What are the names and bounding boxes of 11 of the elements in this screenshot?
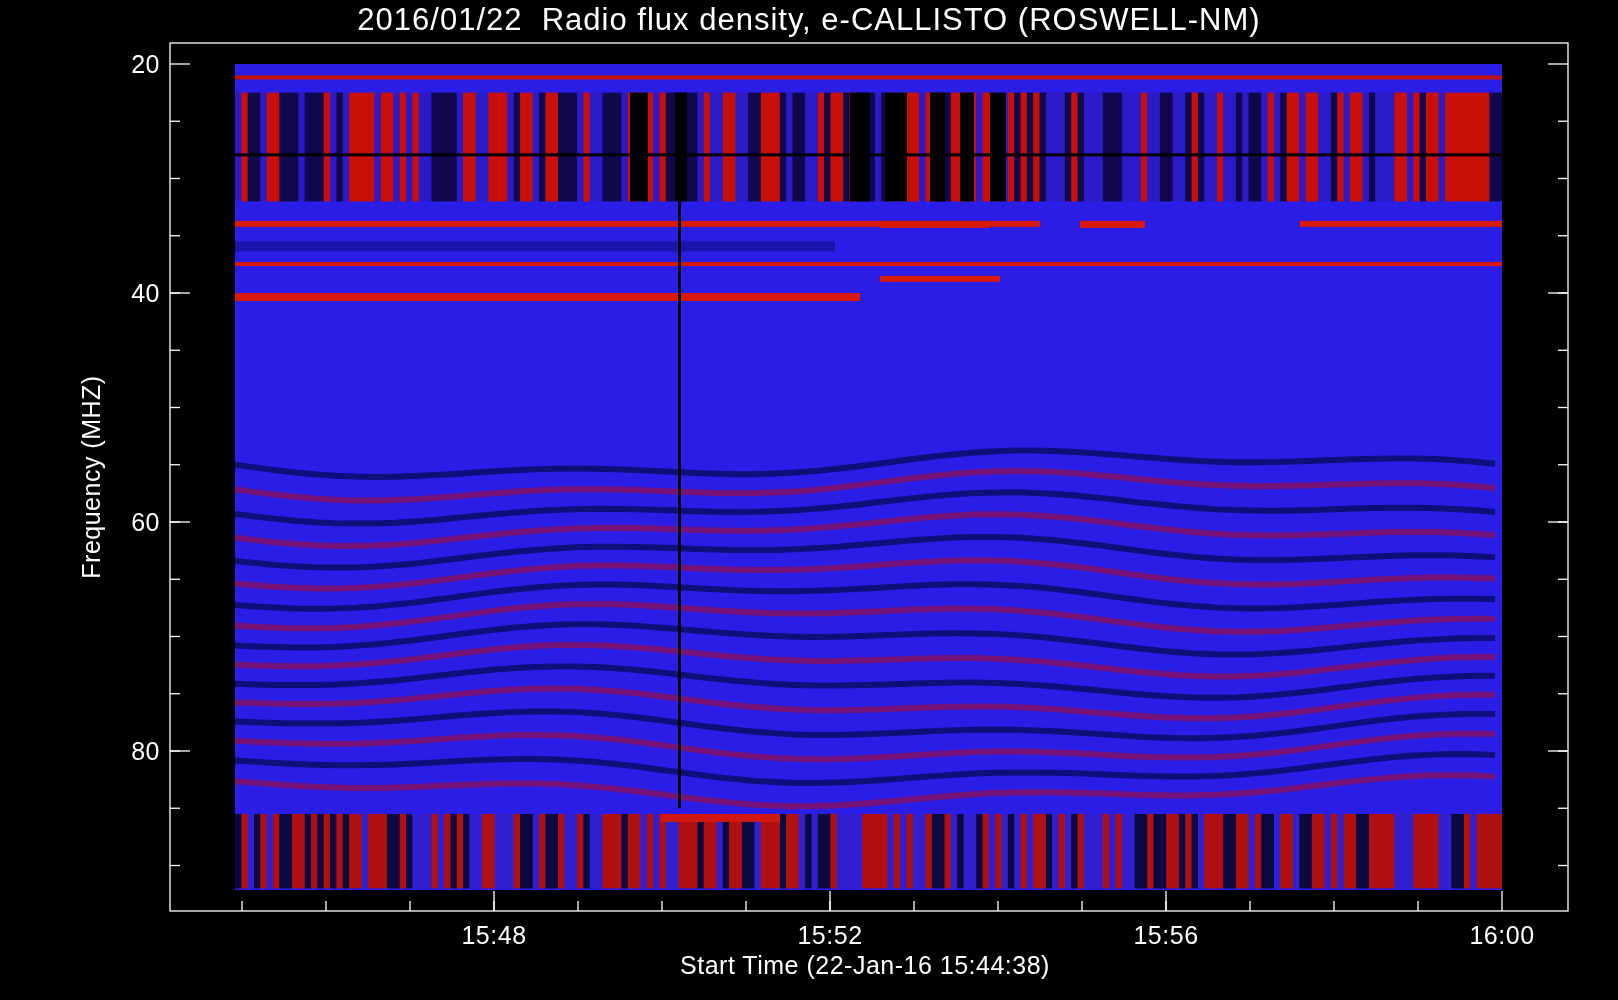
x-tick-label: 15:48: [461, 921, 527, 949]
x-tick-label: 15:56: [1133, 921, 1199, 949]
y-axis-label: Frequency (MHZ): [77, 375, 105, 579]
x-tick-label: 16:00: [1469, 921, 1535, 949]
chart-title: 2016/01/22 Radio flux density, e-CALLISTO (ROSWELL-NM): [357, 2, 1261, 37]
x-axis-label: Start Time (22-Jan-16 15:44:38): [680, 951, 1050, 979]
x-tick-label: 15:52: [797, 921, 863, 949]
y-tick-label: 60: [131, 508, 160, 536]
y-tick-label: 40: [131, 279, 160, 307]
y-tick-label: 20: [131, 50, 160, 78]
y-tick-label: 80: [131, 737, 160, 765]
